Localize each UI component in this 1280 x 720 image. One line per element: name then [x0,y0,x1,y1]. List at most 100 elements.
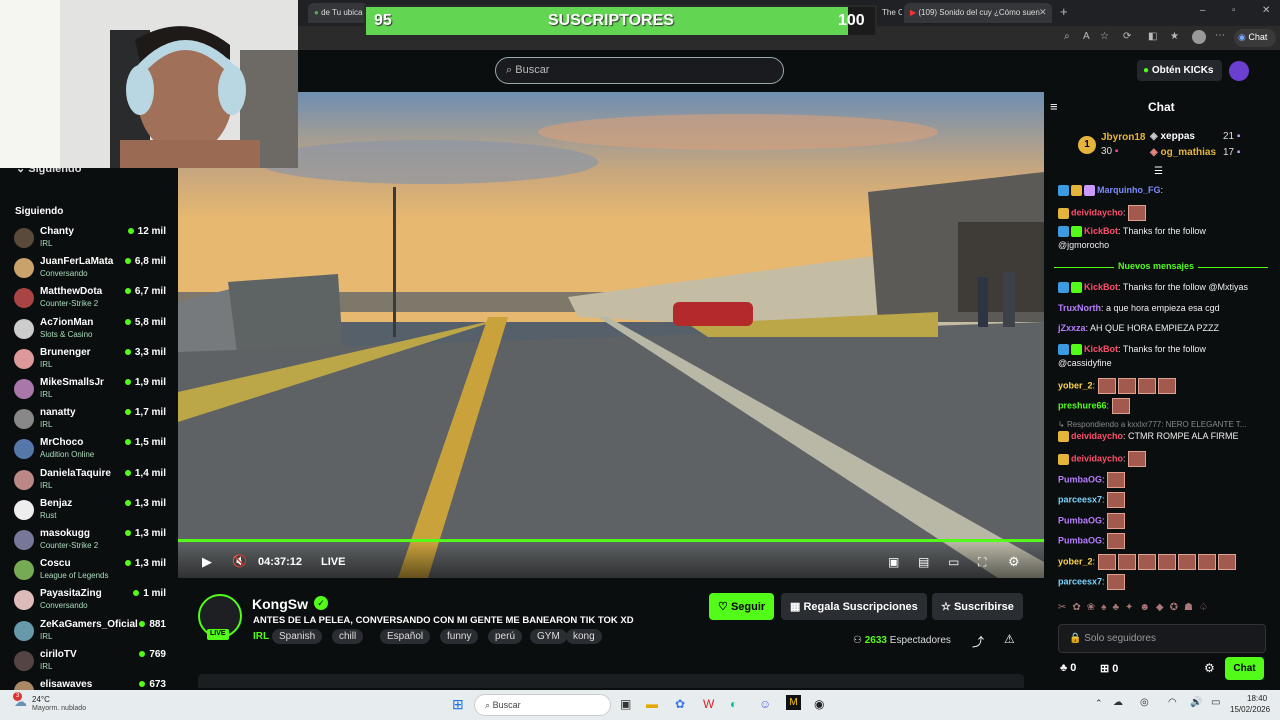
clock-time[interactable]: 18:40 [1247,694,1267,703]
miniplayer-icon[interactable]: ▣ [888,555,899,569]
stream-tag[interactable]: kong [566,629,602,644]
split-screen-icon[interactable]: ◧ [1148,31,1157,42]
chat-username[interactable]: KickBot [1084,226,1118,236]
volume-icon[interactable]: 🔊 [1190,697,1202,708]
leader-name[interactable]: Jbyron18 [1101,132,1145,143]
browser-tab[interactable]: ▶ (109) Sonido del cuy ¿Cómo suen [904,3,1052,23]
expand-leaderboard-icon[interactable]: ☰ [1154,166,1163,177]
get-kicks-button[interactable]: ● Obtén KICKs [1137,60,1222,81]
stream-tag[interactable]: GYM [530,629,567,644]
close-tab-icon[interactable]: ✕ [1039,7,1047,18]
sidebar-channel[interactable]: masokugg Counter-Strike 2 1,3 mil [14,528,174,558]
settings-gear-icon[interactable]: ⚙ [1008,554,1020,570]
stream-tag[interactable]: Spanish [272,629,323,644]
chat-username[interactable]: preshure66 [1058,400,1107,410]
new-tab-button[interactable]: + [1060,4,1068,19]
mute-icon[interactable]: 🔇 [232,554,247,568]
sidebar-channel[interactable]: Coscu League of Legends 1,3 mil [14,558,174,588]
wifi-icon[interactable]: ◠ [1168,697,1177,708]
edge-browser-icon[interactable]: ◐ [730,697,737,711]
category-link[interactable]: IRL [253,631,269,642]
browser-tab[interactable]: ● de Tu ubica [308,3,368,23]
sidebar-channel[interactable]: nanatty IRL 1,7 mil [14,407,174,437]
report-icon[interactable]: ⚠ [1004,632,1015,646]
sidebar-channel[interactable]: MatthewDota Counter-Strike 2 6,7 mil [14,286,174,316]
chat-username[interactable]: KickBot [1084,282,1118,292]
file-explorer-icon[interactable]: ▬ [646,697,658,711]
collapse-chat-icon[interactable]: ≡ [1050,99,1058,114]
sidebar-channel[interactable]: JuanFerLaMata Conversando 6,8 mil [14,256,174,286]
profile-avatar[interactable] [1192,30,1206,44]
video-player[interactable] [178,92,1044,578]
sidebar-channel[interactable]: ZeKaGamers_Oficial IRL 881 [14,619,174,649]
sidebar-channel[interactable]: Ac7ionMan Slots & Casino 5,8 mil [14,317,174,347]
chat-username[interactable]: yober_2 [1058,556,1093,566]
chat-username[interactable]: Marquinho_FG [1097,185,1161,195]
stream-tag[interactable]: funny [440,629,479,644]
chat-settings-icon[interactable]: ⚙ [1204,661,1215,675]
sidebar-channel[interactable]: DanielaTaquire IRL 1,4 mil [14,468,174,498]
clock-date[interactable]: 15/02/2026 [1230,705,1270,714]
chat-username[interactable]: KickBot [1084,344,1118,354]
tray-chevron-icon[interactable]: ⌃ [1095,698,1103,709]
browser-tab[interactable]: The Champ [876,3,902,23]
channel-name[interactable]: KongSw [252,596,308,612]
send-chat-button[interactable]: Chat [1225,657,1264,680]
chat-username[interactable]: PumbaOG [1058,474,1102,484]
chat-username[interactable]: parceesx7 [1058,494,1102,504]
leader-name[interactable]: ◈ xeppas [1150,131,1195,142]
taskbar-search[interactable]: ⌕ Buscar [474,694,611,716]
sidebar-channel[interactable]: PayasitaZing Conversando 1 mil [14,588,174,618]
sidebar-channel[interactable]: ciriloTV IRL 769 [14,649,174,679]
chat-username[interactable]: yober_2 [1058,380,1093,390]
tray-icon[interactable]: ☁ [1113,697,1123,708]
fullscreen-icon[interactable]: ⛶ [978,555,986,570]
app-icon[interactable]: M [786,695,801,710]
sidebar-channel[interactable]: Brunenger IRL 3,3 mil [14,347,174,377]
close-window-icon[interactable]: ✕ [1262,5,1270,16]
minimize-icon[interactable]: – [1200,5,1206,16]
share-icon[interactable]: ⤴ [972,633,984,650]
favorites-icon[interactable]: ★ [1170,31,1179,42]
sidebar-channel[interactable]: MrChoco Audition Online 1,5 mil [14,437,174,467]
leader-name[interactable]: ◈ og_mathias [1150,147,1216,158]
copilot-button[interactable]: ◉ Chat [1234,29,1276,47]
clip-icon[interactable]: ▤ [918,555,929,569]
read-aloud-icon[interactable]: A [1083,31,1090,42]
task-view-icon[interactable]: ▣ [620,697,631,711]
app-icon[interactable]: W [703,697,714,711]
stream-tag[interactable]: Español [380,629,431,644]
chat-username[interactable]: jZxxza [1058,323,1086,333]
sidebar-channel[interactable]: Chanty IRL 12 mil [14,226,174,256]
app-icon[interactable]: ✿ [675,697,685,711]
chat-username[interactable]: deividaycho [1071,453,1123,463]
more-menu-icon[interactable]: ⋯ [1215,30,1225,41]
extension-icon[interactable]: ⟳ [1123,31,1131,42]
favorite-star-icon[interactable]: ☆ [1100,31,1109,42]
chat-username[interactable]: parceesx7 [1058,576,1102,586]
chat-username[interactable]: PumbaOG [1058,535,1102,545]
search-input[interactable]: ⌕ Buscar [495,57,784,84]
discord-icon[interactable]: ☺ [759,697,771,711]
sidebar-channel[interactable]: MikeSmallsJr IRL 1,9 mil [14,377,174,407]
play-icon[interactable]: ▶ [202,554,212,570]
windows-start-icon[interactable]: ⊞ [452,696,464,713]
stream-tag[interactable]: perú [488,629,523,644]
gift-subs-button[interactable]: ▦ Regala Suscripciones [781,593,927,620]
tray-icon[interactable]: ◎ [1140,697,1149,708]
stream-tag[interactable]: chill [332,629,364,644]
chat-username[interactable]: deividaycho [1071,431,1123,441]
subs-balance[interactable]: ⊞ 0 [1100,662,1118,675]
maximize-icon[interactable]: ▫ [1232,5,1236,16]
chat-username[interactable]: deividaycho [1071,207,1123,217]
user-avatar[interactable] [1229,61,1249,81]
emote-bar[interactable]: ✂✿❀♠♣✦☻◆✪☗♤ [1058,602,1268,616]
chat-input[interactable]: 🔒 Solo seguidores [1058,624,1266,653]
chat-username[interactable]: PumbaOG [1058,515,1102,525]
subscribe-button[interactable]: ☆ Suscribirse [932,593,1023,620]
sidebar-channel[interactable]: Benjaz Rust 1,3 mil [14,498,174,528]
chat-username[interactable]: TruxNorth [1058,303,1101,313]
follow-button[interactable]: ♡ Seguir [709,593,775,620]
battery-icon[interactable]: ▭ [1211,697,1220,708]
kicks-balance[interactable]: ♣ 0 [1060,662,1076,674]
